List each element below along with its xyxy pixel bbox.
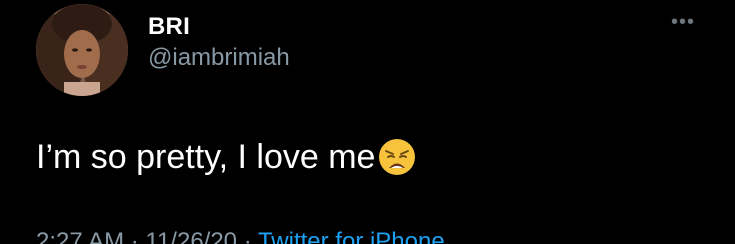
tweet-date[interactable]: 11/26/20 [145, 228, 237, 244]
tweet-text: I’m so pretty, I love me [36, 137, 417, 177]
more-options-icon[interactable]: ••• [666, 10, 700, 34]
display-name[interactable]: BRI [148, 13, 190, 41]
weary-face-emoji-icon [377, 137, 417, 177]
tweet-meta: 2:27 AM · 11/26/20 · Twitter for iPhone [36, 228, 445, 244]
tweet-body: I’m so pretty, I love me [36, 137, 376, 176]
tweet-source-link[interactable]: Twitter for iPhone [258, 228, 445, 244]
user-handle[interactable]: @iambrimiah [148, 44, 290, 72]
tweet-card: BRI @iambrimiah ••• I’m so pretty, I lov… [0, 0, 735, 244]
avatar[interactable] [36, 4, 128, 96]
meta-separator: · [124, 228, 146, 244]
meta-separator-2: · [237, 228, 258, 244]
tweet-time[interactable]: 2:27 AM [36, 228, 124, 244]
